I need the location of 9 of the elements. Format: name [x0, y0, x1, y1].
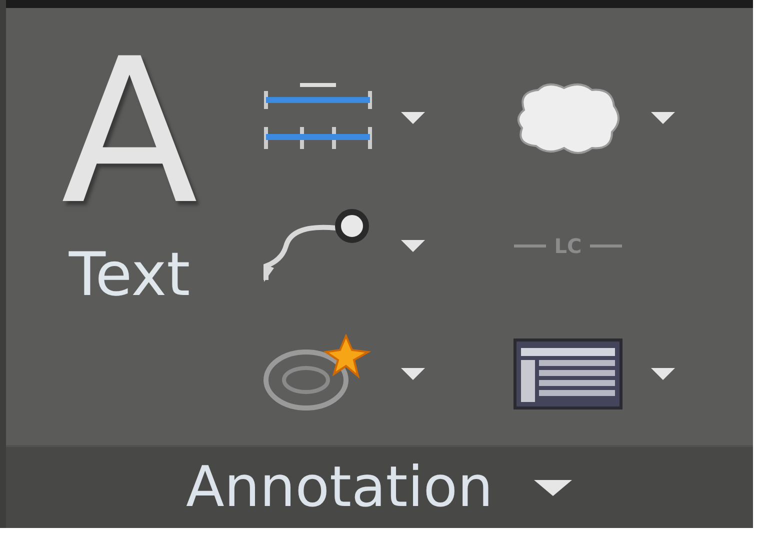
- text-button[interactable]: A Text: [36, 48, 223, 310]
- dropdown-caret-icon[interactable]: [650, 367, 676, 381]
- dropdown-caret-icon[interactable]: [400, 111, 426, 125]
- dropdown-caret-icon[interactable]: [650, 111, 676, 125]
- table-icon[interactable]: [513, 338, 623, 410]
- expand-caret-icon: [533, 478, 574, 498]
- dropdown-caret-icon[interactable]: [400, 239, 426, 253]
- panel-title-bar[interactable]: Annotation: [6, 445, 753, 528]
- dropdown-caret-icon[interactable]: [400, 367, 426, 381]
